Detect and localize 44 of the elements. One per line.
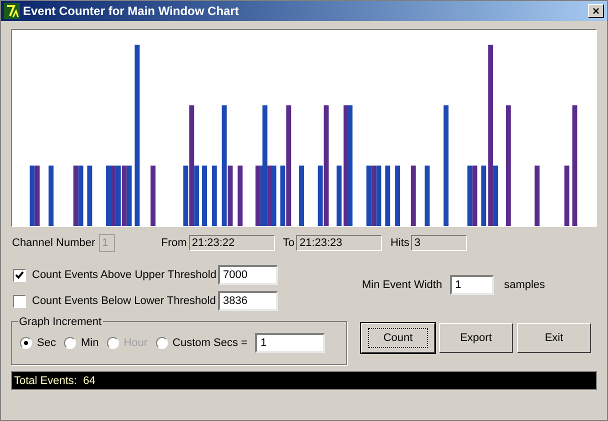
event-bar	[48, 166, 54, 226]
channel-label: Channel Number	[12, 236, 96, 251]
range-label: From	[161, 236, 187, 251]
radio-option[interactable]: Sec	[20, 334, 56, 352]
close-button[interactable]: ×	[588, 4, 604, 18]
range-label: To	[282, 236, 294, 251]
event-bar	[385, 166, 390, 226]
action-button[interactable]: Exit	[517, 323, 591, 353]
range-field: 3	[411, 235, 468, 251]
range-field: 21:23:23	[296, 235, 382, 251]
event-bar	[564, 166, 570, 226]
action-button[interactable]: Export	[439, 323, 513, 353]
min-event-width-field[interactable]: 1	[450, 275, 494, 295]
range-field: 21:23:22	[188, 235, 275, 251]
unit-label: samples	[504, 278, 546, 293]
range-label: Hits	[390, 236, 410, 251]
threshold-field[interactable]: 3836	[218, 291, 278, 311]
event-bar	[212, 166, 217, 226]
radio-option[interactable]: Min	[64, 334, 99, 352]
event-bar	[87, 166, 92, 226]
event-bar	[534, 166, 540, 226]
status-bar: Total Events: 64	[11, 371, 597, 390]
app-logo-icon	[4, 3, 20, 19]
event-bar	[336, 166, 342, 226]
window-title: Event Counter for Main Window Chart	[23, 3, 240, 20]
action-button[interactable]: Count	[361, 323, 435, 353]
checkbox[interactable]	[13, 294, 26, 308]
threshold-field[interactable]: 7000	[218, 265, 278, 285]
event-bar	[150, 166, 156, 226]
event-bar	[395, 166, 400, 226]
event-bar	[410, 166, 416, 226]
event-bar	[481, 166, 486, 226]
event-bar	[238, 166, 243, 226]
group-title: Graph Increment	[18, 314, 103, 330]
event-bar	[299, 166, 304, 226]
threshold-label: Count Events Below Lower Threshold	[32, 294, 217, 309]
event-bar	[424, 166, 430, 226]
radio-option[interactable]: Custom Secs =	[156, 334, 248, 352]
threshold-label: Count Events Above Upper Threshold	[32, 268, 218, 283]
checkmark-icon	[15, 270, 24, 280]
min-event-width-label: Min Event Width	[362, 278, 442, 293]
checkbox[interactable]	[13, 268, 26, 282]
custom-secs-field[interactable]: 1	[255, 333, 326, 353]
event-bar	[202, 166, 207, 226]
